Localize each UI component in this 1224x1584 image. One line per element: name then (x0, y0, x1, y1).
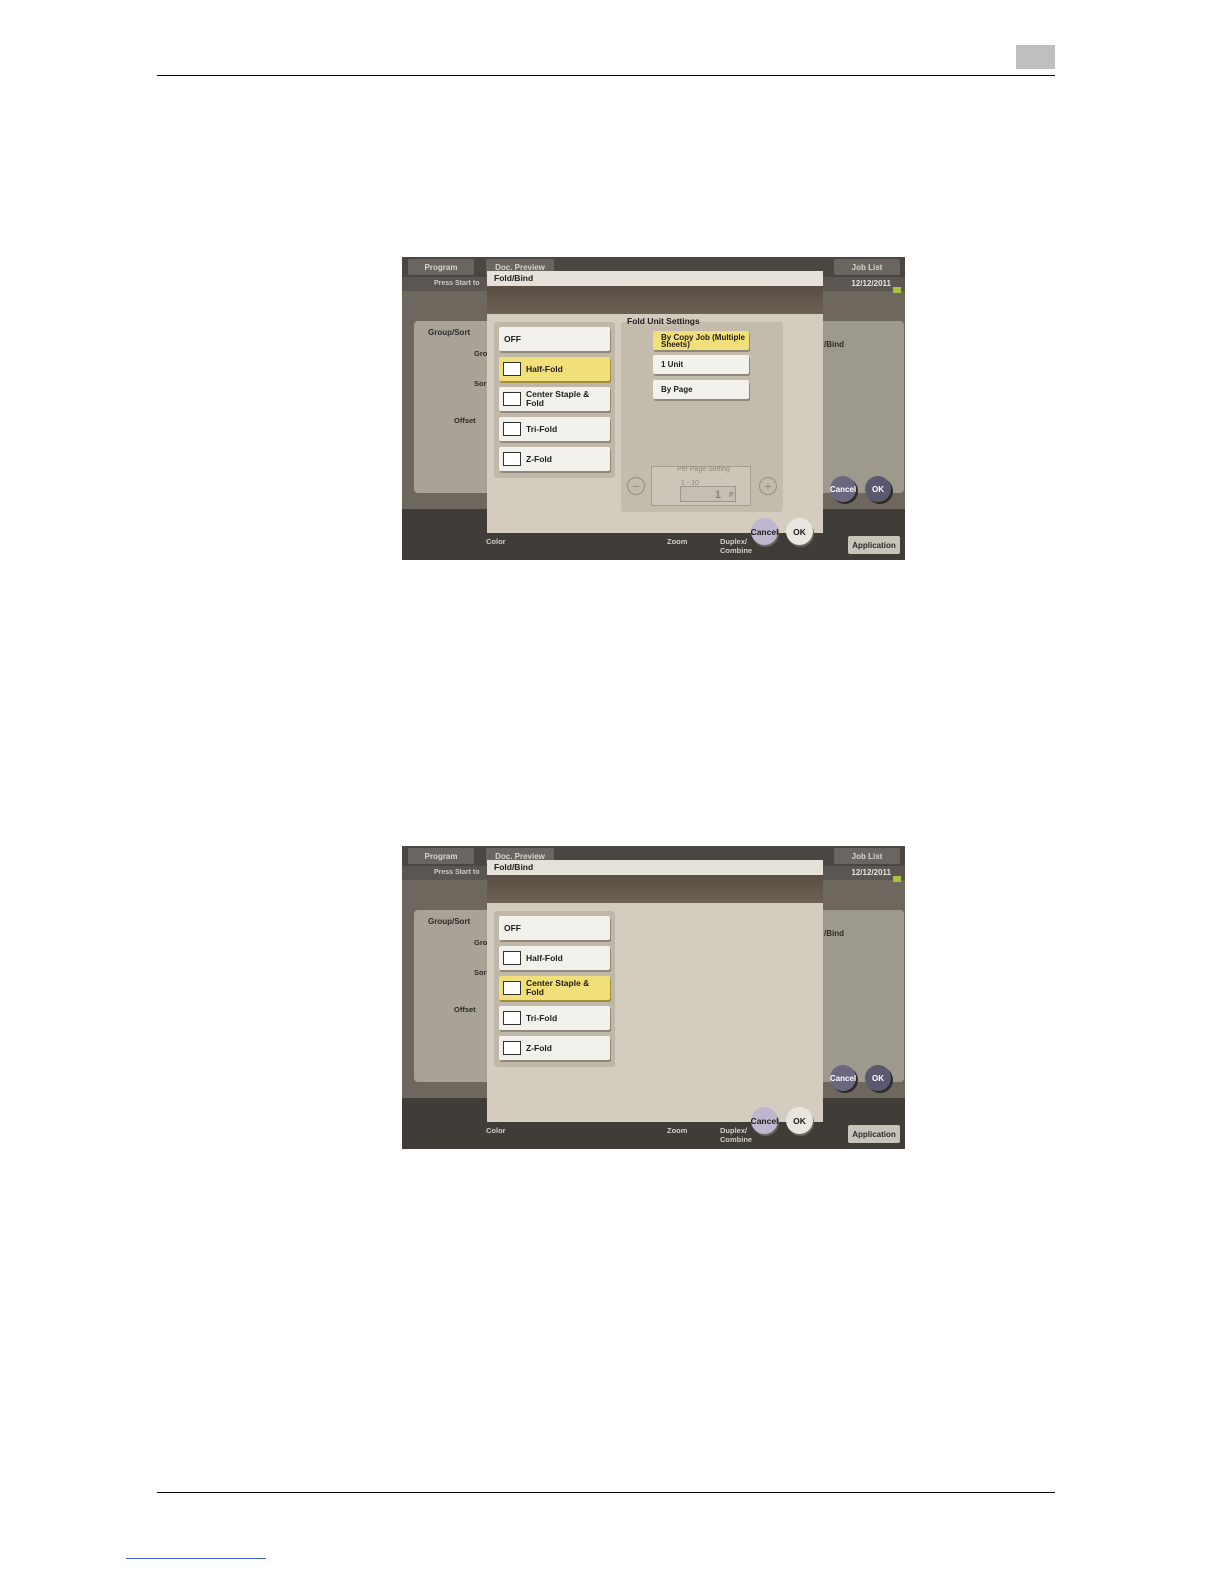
application-button[interactable]: Application (848, 1125, 900, 1143)
group-sort-label: Group/Sort (428, 917, 471, 926)
tab-program[interactable]: Program (408, 259, 474, 275)
tab-job-list[interactable]: Job List (834, 848, 900, 864)
option-off[interactable]: OFF (499, 327, 610, 351)
fold-unit-title: Fold Unit Settings (627, 316, 700, 326)
one-unit-button[interactable]: 1 Unit (653, 355, 749, 374)
fold-option-group: OFF Half-Fold Center Staple & Fold Tri-F… (494, 322, 615, 478)
option-half-fold[interactable]: Half-Fold (499, 357, 610, 381)
z-fold-icon (503, 452, 521, 466)
footer-rule (157, 1492, 1055, 1493)
dialog-band (487, 286, 823, 314)
option-tri-fold[interactable]: Tri-Fold (499, 1006, 610, 1030)
per-page-value[interactable]: 1 (680, 486, 736, 502)
minus-icon[interactable]: − (627, 477, 645, 495)
footer-link-underline[interactable] (126, 1558, 266, 1559)
bind-label: /Bind (824, 929, 844, 938)
header-rule (157, 75, 1055, 76)
group-sort-label: Group/Sort (428, 328, 471, 337)
offset-label: Offset (454, 416, 476, 425)
tri-fold-icon (503, 1011, 521, 1025)
center-staple-icon (503, 392, 521, 406)
screenshot-half-fold: Program Doc. Preview Job List Press Star… (402, 257, 905, 560)
header-page-box (1016, 45, 1055, 69)
duplex-label: Duplex/ Combine (720, 537, 753, 555)
fold-bind-dialog: Fold/Bind OFF Half-Fold Center Staple & … (487, 271, 823, 545)
offset-label: Offset (454, 1005, 476, 1014)
z-fold-icon (503, 1041, 521, 1055)
option-tri-fold[interactable]: Tri-Fold (499, 417, 610, 441)
option-z-fold[interactable]: Z-Fold (499, 447, 610, 471)
date-readout: 12/12/2011 (851, 279, 891, 288)
background-right-panel: /Bind (818, 321, 904, 493)
background-cancel-button[interactable]: Cancel (830, 476, 856, 502)
background-cancel-button[interactable]: Cancel (830, 1065, 856, 1091)
background-right-panel: /Bind (818, 910, 904, 1082)
application-button[interactable]: Application (848, 536, 900, 554)
color-label: Color (486, 1126, 506, 1135)
background-ok-button[interactable]: OK (865, 476, 891, 502)
per-page-stepper: Per Page Setting 1 - 10 1 P (651, 466, 751, 506)
dialog-cancel-button[interactable]: Cancel (751, 518, 778, 545)
status-indicator (893, 287, 901, 293)
date-readout: 12/12/2011 (851, 868, 891, 877)
dialog-ok-button[interactable]: OK (786, 518, 813, 545)
color-label: Color (486, 537, 506, 546)
option-center-staple-fold[interactable]: Center Staple & Fold (499, 976, 610, 1000)
by-copy-job-button[interactable]: By Copy Job (Multiple Sheets) (653, 331, 749, 350)
zoom-label: Zoom (667, 1126, 688, 1135)
dialog-band (487, 875, 823, 903)
option-half-fold[interactable]: Half-Fold (499, 946, 610, 970)
sort-label: Sor (474, 968, 487, 977)
dialog-title: Fold/Bind (487, 860, 823, 875)
per-page-label: Per Page Setting (677, 466, 730, 473)
tab-job-list[interactable]: Job List (834, 259, 900, 275)
option-z-fold[interactable]: Z-Fold (499, 1036, 610, 1060)
fold-option-group: OFF Half-Fold Center Staple & Fold Tri-F… (494, 911, 615, 1067)
plus-icon[interactable]: + (759, 477, 777, 495)
fold-bind-dialog: Fold/Bind OFF Half-Fold Center Staple & … (487, 860, 823, 1134)
half-fold-icon (503, 362, 521, 376)
bind-label: /Bind (824, 340, 844, 349)
half-fold-icon (503, 951, 521, 965)
group-label: Gro (474, 938, 488, 947)
sort-label: Sor (474, 379, 487, 388)
dialog-cancel-button[interactable]: Cancel (751, 1107, 778, 1134)
screenshot-center-staple: Program Doc. Preview Job List Press Star… (402, 846, 905, 1149)
tab-program[interactable]: Program (408, 848, 474, 864)
tri-fold-icon (503, 422, 521, 436)
per-page-unit: P (729, 492, 734, 499)
center-staple-icon (503, 981, 521, 995)
by-page-button[interactable]: By Page (653, 380, 749, 399)
background-ok-button[interactable]: OK (865, 1065, 891, 1091)
zoom-label: Zoom (667, 537, 688, 546)
group-label: Gro (474, 349, 488, 358)
option-center-staple-fold[interactable]: Center Staple & Fold (499, 387, 610, 411)
duplex-label: Duplex/ Combine (720, 1126, 753, 1144)
option-off[interactable]: OFF (499, 916, 610, 940)
dialog-title: Fold/Bind (487, 271, 823, 286)
status-indicator (893, 876, 901, 882)
dialog-ok-button[interactable]: OK (786, 1107, 813, 1134)
